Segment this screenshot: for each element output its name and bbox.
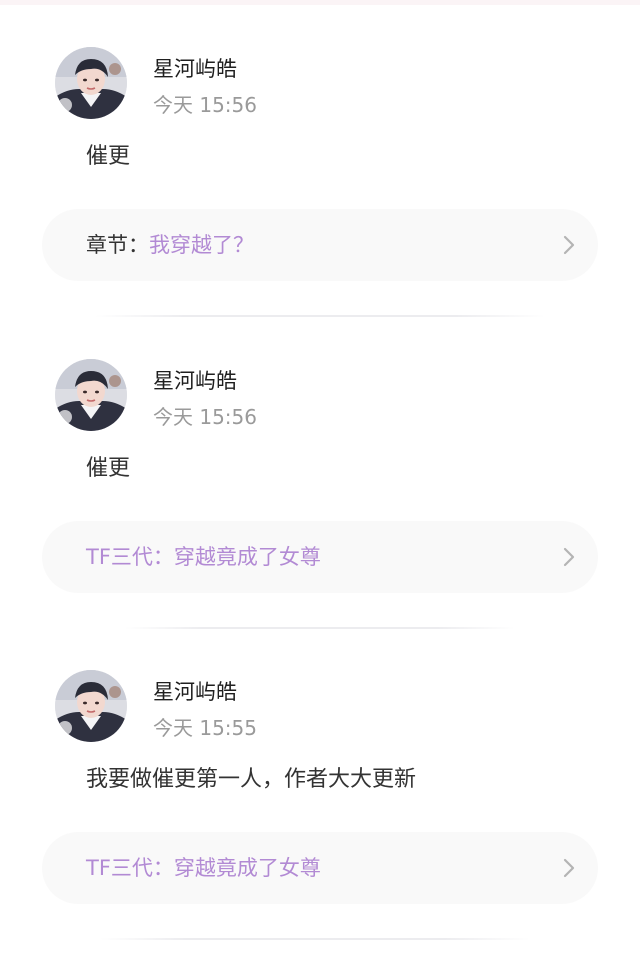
comment-text: 催更 (86, 144, 131, 169)
username[interactable]: 星河屿皓 (153, 678, 237, 706)
timestamp: 今天 15:56 (153, 93, 257, 117)
chapter-link-card[interactable]: TF三代：穿越竟成了女尊 (42, 521, 598, 593)
chapter-label: TF三代：穿越竟成了女尊 (86, 853, 321, 883)
divider (100, 938, 530, 940)
timestamp: 今天 15:56 (153, 405, 257, 429)
chapter-link-card[interactable]: 章节：我穿越了？ (42, 209, 598, 281)
chevron-right-icon (563, 858, 575, 878)
avatar[interactable] (55, 47, 127, 119)
comment-text: 催更 (86, 456, 131, 481)
avatar-image (55, 47, 127, 119)
avatar-image (55, 359, 127, 431)
avatar[interactable] (55, 359, 127, 431)
chapter-label: TF三代：穿越竟成了女尊 (86, 542, 321, 572)
comment-item: 星河屿皓 今天 15:56 催更 章节：我穿越了？ (0, 0, 640, 317)
username[interactable]: 星河屿皓 (153, 367, 237, 395)
chapter-title: TF三代：穿越竟成了女尊 (86, 856, 321, 880)
chevron-right-icon (563, 547, 575, 567)
comment-item: 星河屿皓 今天 15:55 我要做催更第一人，作者大大更新 TF三代：穿越竟成了… (0, 623, 640, 940)
avatar-image (55, 670, 127, 742)
chevron-right-icon (563, 235, 575, 255)
username[interactable]: 星河屿皓 (153, 55, 237, 83)
chapter-link-card[interactable]: TF三代：穿越竟成了女尊 (42, 832, 598, 904)
comment-item: 星河屿皓 今天 15:56 催更 TF三代：穿越竟成了女尊 (0, 312, 640, 629)
chapter-title: TF三代：穿越竟成了女尊 (86, 545, 321, 569)
chapter-title: 我穿越了？ (149, 233, 254, 257)
chapter-prefix: 章节： (86, 233, 149, 257)
avatar[interactable] (55, 670, 127, 742)
timestamp: 今天 15:55 (153, 716, 257, 740)
chapter-label: 章节：我穿越了？ (86, 230, 254, 260)
comment-text: 我要做催更第一人，作者大大更新 (86, 767, 417, 792)
